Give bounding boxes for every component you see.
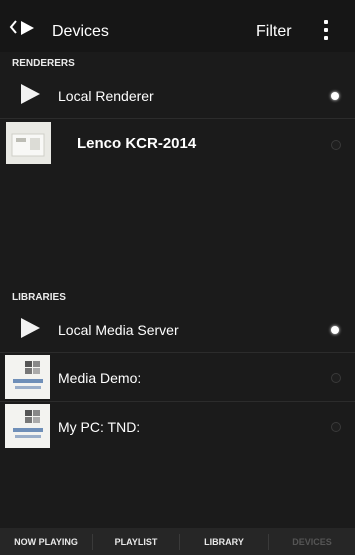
tab-library[interactable]: LIBRARY xyxy=(180,528,268,555)
tab-now-playing[interactable]: NOW PLAYING xyxy=(0,528,92,555)
renderer-label: Lenco KCR-2014 xyxy=(77,135,197,152)
bottom-tab-bar: NOW PLAYING PLAYLIST LIBRARY DEVICES xyxy=(0,528,355,555)
play-icon xyxy=(21,84,40,104)
renderer-radio[interactable] xyxy=(331,140,341,150)
library-label: Local Media Server xyxy=(58,322,179,338)
speaker-thumbnail-icon xyxy=(6,122,51,164)
library-radio[interactable] xyxy=(331,422,341,432)
overflow-menu-icon[interactable] xyxy=(318,16,334,44)
tab-devices[interactable]: DEVICES xyxy=(269,528,355,555)
renderer-label: Local Renderer xyxy=(58,88,154,104)
library-radio[interactable] xyxy=(331,373,341,383)
library-item-local-media-server[interactable]: Local Media Server xyxy=(0,306,355,352)
library-label: My PC: TND: xyxy=(58,419,141,435)
play-icon xyxy=(21,21,34,35)
library-label: Media Demo: xyxy=(58,370,142,386)
action-bar: Devices Filter xyxy=(0,0,355,52)
library-item-my-pc[interactable]: My PC: TND: xyxy=(0,402,355,450)
chevron-left-icon[interactable] xyxy=(9,19,18,35)
windows-media-icon xyxy=(5,404,50,448)
library-item-media-demo[interactable]: Media Demo: xyxy=(0,353,355,401)
play-icon xyxy=(21,318,40,338)
section-header-libraries: LIBRARIES xyxy=(12,292,66,303)
library-radio-selected[interactable] xyxy=(331,326,339,334)
page-title: Devices xyxy=(52,23,109,40)
windows-media-icon xyxy=(5,355,50,399)
tab-playlist[interactable]: PLAYLIST xyxy=(93,528,179,555)
renderer-item-local[interactable]: Local Renderer xyxy=(0,72,355,118)
renderer-radio-selected[interactable] xyxy=(331,92,339,100)
section-header-renderers: RENDERERS xyxy=(12,58,75,69)
renderer-item-lenco[interactable]: Lenco KCR-2014 xyxy=(0,119,355,169)
filter-button[interactable]: Filter xyxy=(256,22,292,42)
